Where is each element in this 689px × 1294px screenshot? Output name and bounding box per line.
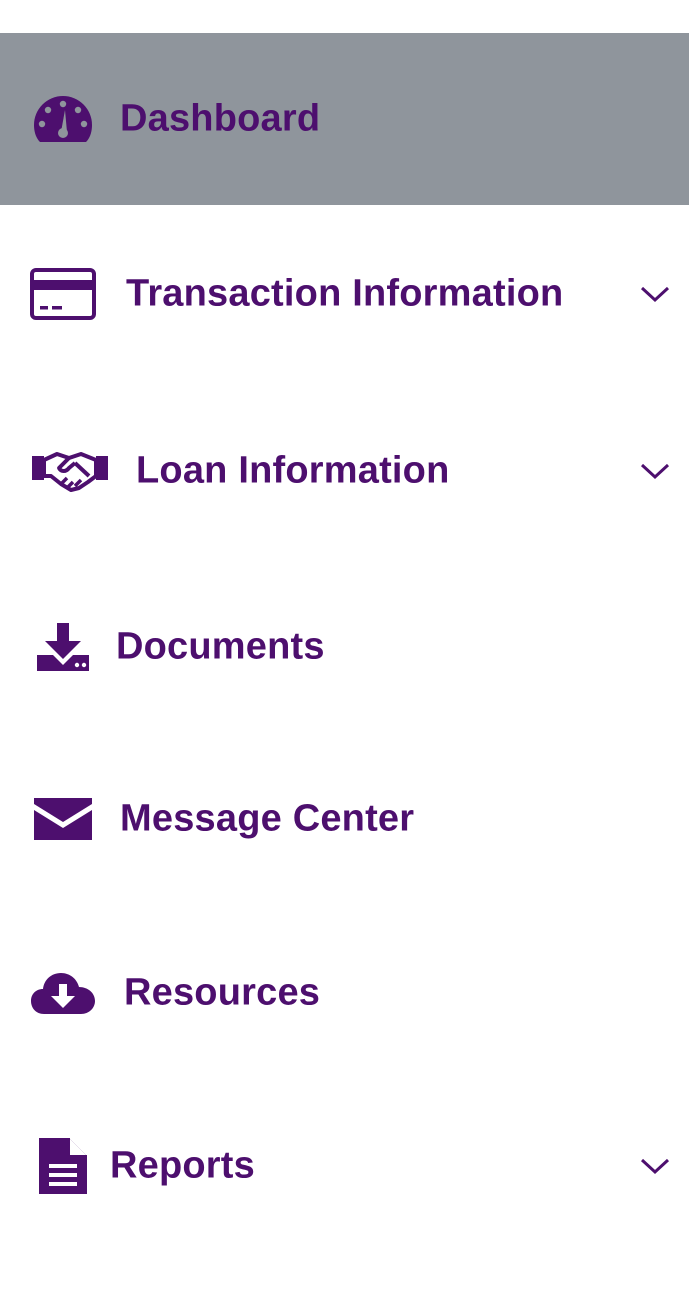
credit-card-icon — [30, 261, 96, 327]
nav-label-reports: Reports — [110, 1144, 255, 1187]
handshake-icon — [30, 438, 110, 504]
nav-label-documents: Documents — [116, 625, 325, 668]
file-text-icon — [30, 1133, 96, 1199]
chevron-down-icon[interactable] — [639, 1156, 671, 1176]
chevron-down-icon[interactable] — [639, 284, 671, 304]
nav-label-message-center: Message Center — [120, 797, 415, 840]
nav-item-documents[interactable]: Documents — [0, 561, 689, 733]
nav-label-resources: Resources — [124, 971, 321, 1014]
nav-item-loan-information[interactable]: Loan Information — [0, 385, 689, 557]
cloud-download-icon — [30, 960, 96, 1026]
dashboard-gauge-icon — [30, 86, 96, 152]
chevron-down-icon[interactable] — [639, 461, 671, 481]
nav-item-dashboard[interactable]: Dashboard — [0, 33, 689, 205]
nav-item-resources[interactable]: Resources — [0, 907, 689, 1079]
download-tray-icon — [30, 614, 96, 680]
envelope-icon — [30, 786, 96, 852]
nav-item-message-center[interactable]: Message Center — [0, 733, 689, 905]
nav-item-transaction-information[interactable]: Transaction Information — [0, 208, 689, 380]
nav-label-transaction-information: Transaction Information — [126, 272, 564, 315]
sidebar-nav: Dashboard Transaction Information Loan I… — [0, 0, 689, 1294]
nav-label-loan-information: Loan Information — [136, 449, 450, 492]
nav-label-dashboard: Dashboard — [120, 97, 321, 140]
nav-item-reports[interactable]: Reports — [0, 1080, 689, 1252]
